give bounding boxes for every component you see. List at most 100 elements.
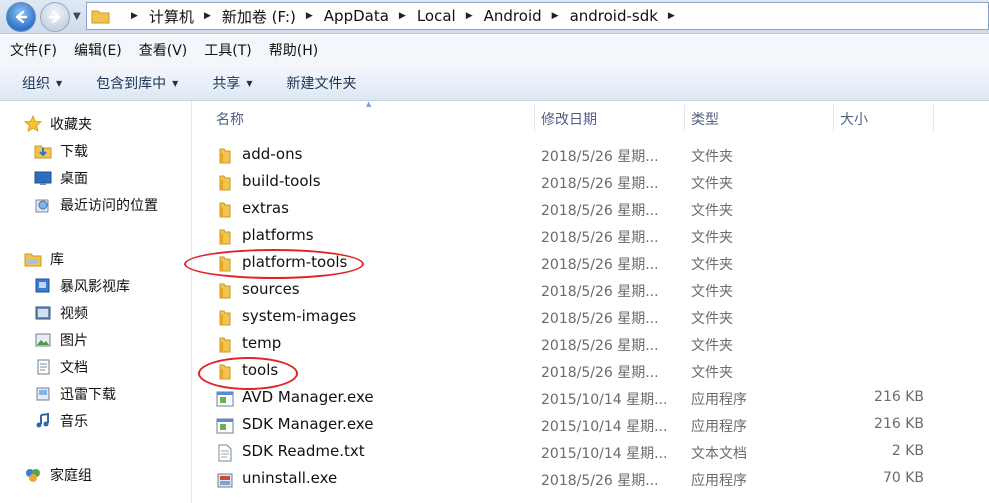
include-library-button[interactable]: 包含到库中 ▼ bbox=[96, 73, 178, 93]
file-modified-date: 2018/5/26 星期... bbox=[541, 473, 659, 489]
nav-item-pictures[interactable]: 图片 bbox=[34, 329, 88, 351]
nav-item-label: 音乐 bbox=[60, 414, 88, 430]
file-modified-date: 2018/5/26 星期... bbox=[541, 203, 659, 219]
sort-ascending-icon: ▲ bbox=[366, 100, 372, 108]
column-header-size[interactable]: 大小 bbox=[840, 109, 868, 131]
file-row[interactable]: SDK Manager.exe 2015/10/14 星期... 应用程序 216 K… bbox=[192, 412, 989, 439]
file-type: 应用程序 bbox=[691, 419, 747, 435]
file-row[interactable]: add-ons 2018/5/26 星期... 文件夹 bbox=[192, 142, 989, 169]
nav-item-desktop[interactable]: 桌面 bbox=[34, 167, 88, 189]
file-row[interactable]: system-images 2018/5/26 星期... 文件夹 bbox=[192, 304, 989, 331]
nav-homegroup-label: 家庭组 bbox=[50, 468, 92, 484]
chevron-down-icon: ▼ bbox=[172, 79, 179, 88]
organize-button[interactable]: 组织 ▼ bbox=[22, 73, 62, 93]
file-type: 文件夹 bbox=[691, 230, 733, 246]
file-list: ▲ 名称 修改日期 类型 大小 add-ons 2018/5/26 星期... 文件… bbox=[184, 100, 989, 503]
nav-item-thunder-downloads[interactable]: 迅雷下载 bbox=[34, 383, 116, 405]
menu-bar: 文件(F) 编辑(E) 查看(V) 工具(T) 帮助(H) bbox=[0, 35, 989, 65]
nav-item-downloads[interactable]: 下载 bbox=[34, 140, 88, 162]
column-divider[interactable] bbox=[534, 105, 535, 131]
folder-icon bbox=[216, 201, 234, 219]
new-folder-button[interactable]: 新建文件夹 bbox=[286, 73, 356, 93]
column-divider[interactable] bbox=[833, 105, 834, 131]
file-modified-date: 2018/5/26 星期... bbox=[541, 284, 659, 300]
breadcrumb-chevron-icon[interactable]: ▶ bbox=[668, 11, 675, 21]
breadcrumb-chevron-icon[interactable]: ▶ bbox=[399, 11, 406, 21]
column-divider[interactable] bbox=[684, 105, 685, 131]
file-modified-date: 2015/10/14 星期... bbox=[541, 419, 668, 435]
nav-item-baofeng-library[interactable]: 暴风影视库 bbox=[34, 275, 130, 297]
recent-pages-dropdown[interactable]: ▼ bbox=[73, 11, 81, 22]
file-name: uninstall.exe bbox=[242, 469, 338, 487]
column-header-date[interactable]: 修改日期 bbox=[541, 109, 597, 131]
file-name: AVD Manager.exe bbox=[242, 388, 374, 406]
breadcrumb-item[interactable]: 新加卷 (F:) bbox=[222, 6, 296, 27]
arrow-right-icon bbox=[48, 10, 61, 24]
app-icon bbox=[216, 417, 234, 435]
file-type: 文件夹 bbox=[691, 338, 733, 354]
nav-item-music[interactable]: 音乐 bbox=[34, 410, 88, 432]
menu-view[interactable]: 查看(V) bbox=[139, 40, 188, 60]
file-row[interactable]: build-tools 2018/5/26 星期... 文件夹 bbox=[192, 169, 989, 196]
breadcrumb-chevron-icon[interactable]: ▶ bbox=[204, 11, 211, 21]
menu-tools[interactable]: 工具(T) bbox=[204, 40, 251, 60]
folder-icon bbox=[91, 10, 110, 24]
breadcrumb-chevron-icon[interactable]: ▶ bbox=[466, 11, 473, 21]
file-name: SDK Readme.txt bbox=[242, 442, 365, 460]
nav-homegroup[interactable]: 家庭组 bbox=[24, 464, 92, 486]
include-library-label: 包含到库中 bbox=[96, 75, 167, 92]
nav-item-documents[interactable]: 文档 bbox=[34, 356, 88, 378]
forward-button[interactable] bbox=[40, 2, 70, 32]
menu-help[interactable]: 帮助(H) bbox=[269, 40, 318, 60]
file-name: platforms bbox=[242, 226, 314, 244]
breadcrumb-item[interactable]: android-sdk bbox=[570, 7, 658, 25]
file-row[interactable]: extras 2018/5/26 星期... 文件夹 bbox=[192, 196, 989, 223]
breadcrumb: ▶ 计算机 ▶ 新加卷 (F:) ▶ AppData ▶ Local ▶ Android ▶ andr… bbox=[121, 6, 686, 27]
breadcrumb-item[interactable]: 计算机 bbox=[149, 6, 194, 27]
column-header-name[interactable]: 名称 bbox=[216, 109, 244, 131]
nav-libraries[interactable]: 库 bbox=[24, 248, 64, 270]
file-type: 文件夹 bbox=[691, 365, 733, 381]
file-row[interactable]: temp 2018/5/26 星期... 文件夹 bbox=[192, 331, 989, 358]
nav-item-recent-places[interactable]: 最近访问的位置 bbox=[34, 194, 158, 216]
nav-item-label: 图片 bbox=[60, 333, 88, 349]
download-folder-icon bbox=[34, 142, 52, 160]
file-modified-date: 2018/5/26 星期... bbox=[541, 338, 659, 354]
file-size: 70 KB bbox=[882, 470, 924, 486]
breadcrumb-chevron-icon[interactable]: ▶ bbox=[306, 11, 313, 21]
file-row[interactable]: tools 2018/5/26 星期... 文件夹 bbox=[192, 358, 989, 385]
breadcrumb-chevron-icon[interactable]: ▶ bbox=[131, 11, 138, 21]
file-row[interactable]: AVD Manager.exe 2015/10/14 星期... 应用程序 216 K… bbox=[192, 385, 989, 412]
file-name: add-ons bbox=[242, 145, 303, 163]
file-row[interactable]: uninstall.exe 2018/5/26 星期... 应用程序 70 KB bbox=[192, 466, 989, 493]
share-button[interactable]: 共享 ▼ bbox=[212, 73, 252, 93]
download-library-icon bbox=[34, 385, 52, 403]
menu-edit[interactable]: 编辑(E) bbox=[74, 40, 122, 60]
back-button[interactable] bbox=[6, 2, 36, 32]
command-bar: 组织 ▼ 包含到库中 ▼ 共享 ▼ 新建文件夹 bbox=[0, 65, 989, 101]
arrow-left-icon bbox=[15, 10, 28, 24]
breadcrumb-item[interactable]: Local bbox=[417, 7, 456, 25]
text-file-icon bbox=[216, 444, 234, 462]
column-divider[interactable] bbox=[933, 105, 934, 131]
file-row[interactable]: sources 2018/5/26 星期... 文件夹 bbox=[192, 277, 989, 304]
file-type: 应用程序 bbox=[691, 473, 747, 489]
file-size: 2 KB bbox=[891, 443, 924, 459]
file-size: 216 KB bbox=[874, 389, 924, 405]
navigation-pane: 收藏夹 下载 桌面 最近访问的位置 库 暴风影视库 视频 图片 文档 迅雷下载 … bbox=[0, 101, 192, 503]
file-type: 文件夹 bbox=[691, 257, 733, 273]
file-row[interactable]: platforms 2018/5/26 星期... 文件夹 bbox=[192, 223, 989, 250]
column-header-type[interactable]: 类型 bbox=[691, 109, 719, 131]
breadcrumb-item[interactable]: Android bbox=[484, 7, 542, 25]
music-icon bbox=[34, 412, 52, 430]
nav-item-videos[interactable]: 视频 bbox=[34, 302, 88, 324]
nav-favorites[interactable]: 收藏夹 bbox=[24, 113, 92, 135]
menu-file[interactable]: 文件(F) bbox=[10, 40, 57, 60]
breadcrumb-item[interactable]: AppData bbox=[324, 7, 389, 25]
file-row[interactable]: SDK Readme.txt 2015/10/14 星期... 文本文档 2 KB bbox=[192, 439, 989, 466]
folder-icon bbox=[216, 228, 234, 246]
address-path[interactable]: ▶ 计算机 ▶ 新加卷 (F:) ▶ AppData ▶ Local ▶ Android ▶ andr… bbox=[86, 2, 989, 30]
chevron-down-icon: ▼ bbox=[246, 79, 253, 88]
breadcrumb-chevron-icon[interactable]: ▶ bbox=[552, 11, 559, 21]
file-modified-date: 2018/5/26 星期... bbox=[541, 149, 659, 165]
